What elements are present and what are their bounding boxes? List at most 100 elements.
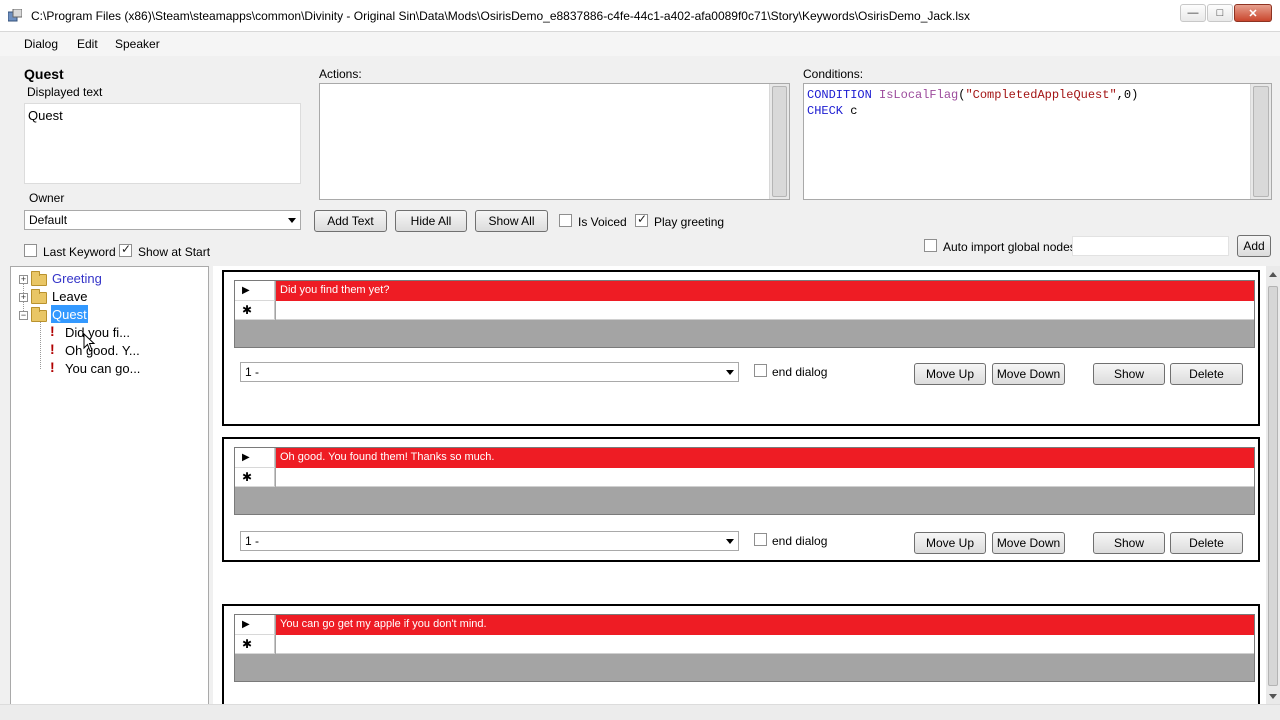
- move-up-button[interactable]: Move Up: [914, 532, 986, 554]
- scroll-up-icon[interactable]: [1269, 272, 1277, 277]
- keyword-tree[interactable]: + Greeting + Leave − Quest ! Did you fi.…: [10, 266, 209, 706]
- folder-icon: [31, 307, 47, 322]
- folder-icon: [31, 289, 47, 304]
- owner-dropdown[interactable]: Default: [24, 210, 301, 230]
- add-text-button[interactable]: Add Text: [314, 210, 387, 232]
- current-row-icon: ▶: [242, 285, 250, 296]
- dialog-list-scroll-thumb[interactable]: [1268, 286, 1278, 686]
- condition-flag-string: "CompletedAppleQuest": [965, 88, 1117, 102]
- tree-expander[interactable]: −: [19, 311, 28, 320]
- next-option-dropdown[interactable]: 1 -: [240, 531, 739, 551]
- row-header[interactable]: ▶: [235, 448, 275, 468]
- delete-button[interactable]: Delete: [1170, 532, 1243, 554]
- next-option-value: 1 -: [245, 365, 260, 379]
- tree-expander[interactable]: +: [19, 293, 28, 302]
- auto-import-label: Auto import global nodes: [943, 240, 1076, 254]
- row-header[interactable]: ✱: [235, 468, 275, 487]
- dialog-text-grid[interactable]: ▶ ✱ Did you find them yet?: [234, 280, 1255, 348]
- condition-function: IsLocalFlag: [879, 88, 959, 102]
- hide-all-button[interactable]: Hide All: [395, 210, 467, 232]
- owner-label: Owner: [29, 191, 65, 205]
- is-voiced-checkbox[interactable]: [559, 214, 572, 227]
- end-dialog-label: end dialog: [772, 534, 828, 548]
- tree-leaf-did-you[interactable]: Did you fi...: [65, 323, 130, 341]
- menu-bar: Dialog Edit Speaker: [0, 32, 1280, 56]
- next-option-value: 1 -: [245, 534, 260, 548]
- move-up-button[interactable]: Move Up: [914, 363, 986, 385]
- dialog-text-cell[interactable]: You can go get my apple if you don't min…: [276, 615, 1254, 635]
- dialog-list-scrollbar[interactable]: [1266, 266, 1280, 706]
- chevron-down-icon: [726, 370, 734, 375]
- dialog-text-grid[interactable]: ▶ ✱ You can go get my apple if you don't…: [234, 614, 1255, 682]
- move-down-button[interactable]: Move Down: [992, 532, 1065, 554]
- show-at-start-label: Show at Start: [138, 245, 211, 259]
- dialog-text-cell[interactable]: Oh good. You found them! Thanks so much.: [276, 448, 1254, 468]
- check-value: c: [843, 104, 858, 118]
- tree-node-leave[interactable]: Leave: [52, 287, 87, 305]
- play-greeting-label: Play greeting: [654, 215, 725, 229]
- status-strip: [0, 704, 1280, 720]
- dialog-entry-panel: ▶ ✱ Did you find them yet? 1 - end dialo…: [222, 270, 1260, 426]
- chevron-down-icon: [726, 539, 734, 544]
- check-keyword: CHECK: [807, 104, 844, 118]
- current-row-icon: ▶: [242, 619, 250, 630]
- show-all-button[interactable]: Show All: [475, 210, 548, 232]
- maximize-button[interactable]: □: [1207, 4, 1233, 22]
- tree-expander[interactable]: +: [19, 275, 28, 284]
- end-dialog-label: end dialog: [772, 365, 828, 379]
- new-text-row[interactable]: [276, 635, 1254, 654]
- dialog-entry-panel: ▶ ✱ Oh good. You found them! Thanks so m…: [222, 437, 1260, 562]
- window-title: C:\Program Files (x86)\Steam\steamapps\c…: [31, 9, 971, 23]
- play-greeting-checkbox[interactable]: [635, 212, 648, 227]
- minimize-button[interactable]: —: [1180, 4, 1206, 22]
- scroll-down-icon[interactable]: [1269, 694, 1277, 699]
- dialog-entry-panel: ▶ ✱ You can go get my apple if you don't…: [222, 604, 1260, 704]
- global-node-input[interactable]: [1072, 236, 1229, 256]
- menu-dialog[interactable]: Dialog: [24, 37, 58, 51]
- new-text-row[interactable]: [276, 468, 1254, 487]
- dialog-text-grid[interactable]: ▶ ✱ Oh good. You found them! Thanks so m…: [234, 447, 1255, 515]
- actions-scroll-thumb[interactable]: [772, 86, 787, 197]
- close-button[interactable]: ✕: [1234, 4, 1272, 22]
- tree-leaf-oh-good[interactable]: Oh good. Y...: [65, 341, 140, 359]
- dialog-text-cell[interactable]: Did you find them yet?: [276, 281, 1254, 301]
- app-icon: [8, 9, 22, 22]
- show-button[interactable]: Show: [1093, 363, 1165, 385]
- move-down-button[interactable]: Move Down: [992, 363, 1065, 385]
- conditions-scroll-thumb[interactable]: [1253, 86, 1269, 197]
- folder-icon: [31, 271, 47, 286]
- mouse-cursor-icon: [83, 333, 96, 352]
- new-text-row[interactable]: [276, 301, 1254, 320]
- row-header[interactable]: ▶: [235, 615, 275, 635]
- row-header[interactable]: ✱: [235, 635, 275, 654]
- new-row-icon: ✱: [242, 470, 253, 484]
- end-dialog-checkbox[interactable]: [754, 364, 767, 377]
- show-at-start-checkbox[interactable]: [119, 242, 132, 257]
- conditions-input[interactable]: CONDITION IsLocalFlag("CompletedAppleQue…: [803, 83, 1272, 200]
- title-bar: C:\Program Files (x86)\Steam\steamapps\c…: [0, 0, 1280, 32]
- current-row-icon: ▶: [242, 452, 250, 463]
- auto-import-checkbox[interactable]: [924, 239, 937, 252]
- delete-button[interactable]: Delete: [1170, 363, 1243, 385]
- end-dialog-checkbox[interactable]: [754, 533, 767, 546]
- exclamation-icon: !: [50, 359, 55, 375]
- menu-edit[interactable]: Edit: [77, 37, 98, 51]
- add-node-button[interactable]: Add: [1237, 235, 1271, 257]
- actions-scrollbar[interactable]: [769, 84, 789, 199]
- last-keyword-label: Last Keyword: [43, 245, 116, 259]
- actions-input[interactable]: [319, 83, 790, 200]
- check-line: CHECK c: [807, 103, 1268, 119]
- new-row-icon: ✱: [242, 637, 253, 651]
- tree-node-quest[interactable]: Quest: [51, 305, 88, 323]
- displayed-text-label: Displayed text: [27, 85, 103, 99]
- row-header[interactable]: ▶: [235, 281, 275, 301]
- row-header[interactable]: ✱: [235, 301, 275, 320]
- next-option-dropdown[interactable]: 1 -: [240, 362, 739, 382]
- displayed-text-input[interactable]: Quest: [24, 103, 301, 184]
- tree-leaf-you-can[interactable]: You can go...: [65, 359, 140, 377]
- conditions-scrollbar[interactable]: [1250, 84, 1271, 199]
- last-keyword-checkbox[interactable]: [24, 244, 37, 257]
- show-button[interactable]: Show: [1093, 532, 1165, 554]
- menu-speaker[interactable]: Speaker: [115, 37, 160, 51]
- tree-node-greeting[interactable]: Greeting: [52, 269, 102, 287]
